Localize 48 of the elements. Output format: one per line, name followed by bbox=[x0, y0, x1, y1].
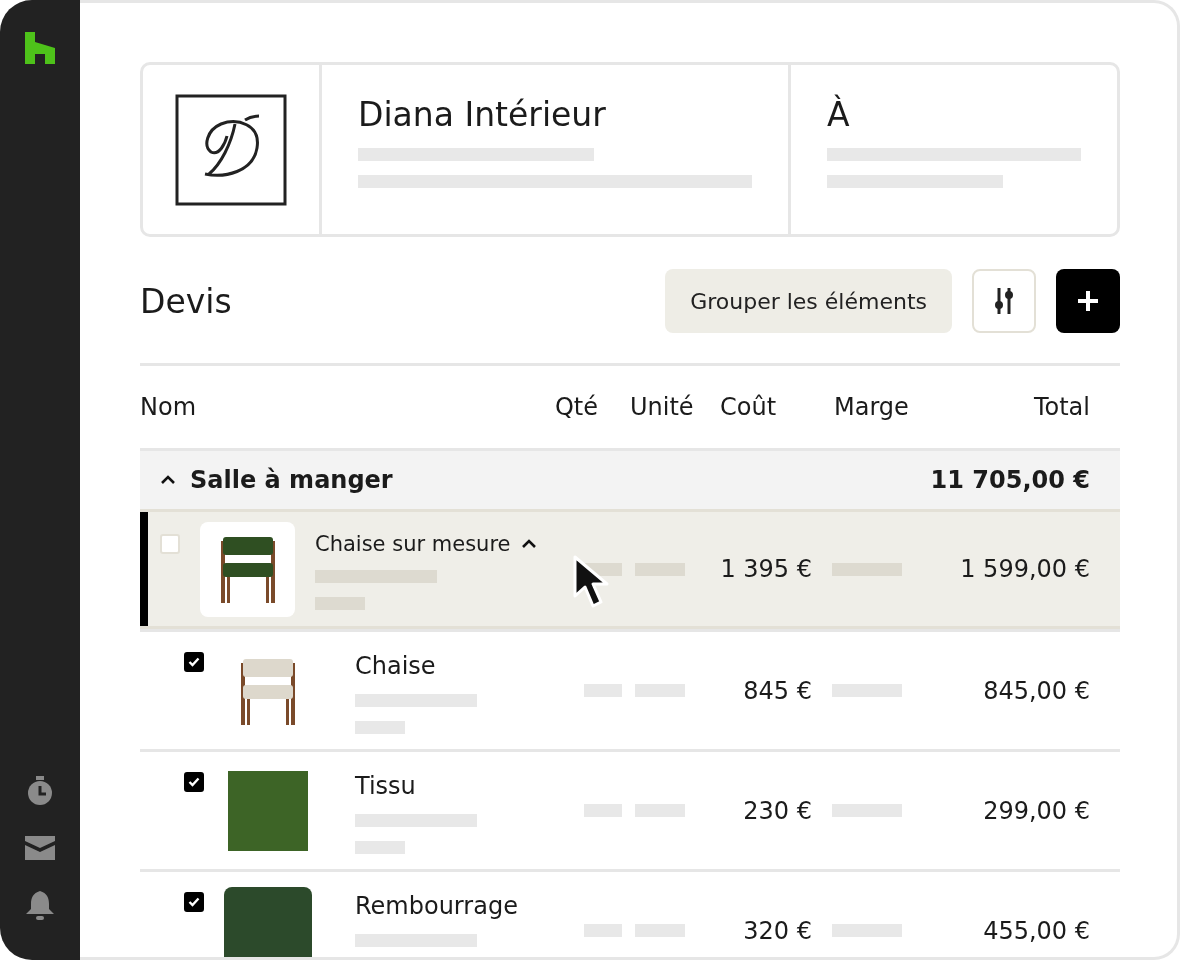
group-name: Salle à manger bbox=[190, 466, 394, 494]
checkmark-icon bbox=[188, 777, 200, 787]
total-cell-text: 455,00 € bbox=[982, 916, 1090, 945]
item-name: Rembourrage bbox=[355, 892, 518, 920]
checkbox[interactable] bbox=[184, 652, 204, 672]
column-header: Nom bbox=[140, 393, 197, 421]
placeholder-bar bbox=[832, 562, 902, 576]
checkbox[interactable] bbox=[184, 892, 204, 912]
checkbox[interactable] bbox=[184, 772, 204, 792]
company-name: Diana Intérieur bbox=[358, 95, 607, 134]
group-items-button[interactable]: Grouper les éléments bbox=[665, 269, 952, 333]
item-name: Chaise bbox=[355, 652, 436, 680]
placeholder-bar bbox=[315, 597, 365, 610]
cost-cell-text: 845 € bbox=[742, 676, 812, 705]
total-cell-text: 845,00 € bbox=[982, 676, 1090, 705]
table-row[interactable]: Rembourrage 320 € 455,00 € bbox=[140, 869, 1120, 957]
column-header: Unité bbox=[630, 393, 695, 421]
table-row[interactable]: Tissu 230 € 299,00 € bbox=[140, 749, 1120, 869]
envelope-icon[interactable] bbox=[25, 836, 55, 860]
recipient-label: À bbox=[827, 95, 851, 134]
cost-cell-text: 1 395 € bbox=[719, 555, 812, 583]
add-button[interactable] bbox=[1056, 269, 1120, 333]
group-total: 11 705,00 € bbox=[930, 466, 1090, 494]
checkmark-icon bbox=[188, 897, 200, 907]
table-row[interactable]: Chaise 845 € 845,00 € bbox=[140, 629, 1120, 749]
table-row[interactable]: Chaise sur mesure 1 395 € 1 599,00 € bbox=[140, 509, 1120, 629]
sliders-icon bbox=[992, 288, 1016, 314]
logo-icon[interactable] bbox=[25, 32, 55, 64]
bell-icon[interactable] bbox=[25, 890, 55, 920]
stopwatch-icon[interactable] bbox=[26, 776, 54, 806]
item-name: Chaise sur mesure bbox=[315, 532, 511, 556]
section-title: Devis bbox=[140, 281, 233, 321]
placeholder-bar bbox=[635, 562, 685, 576]
column-header: Coût bbox=[719, 393, 778, 421]
filter-button[interactable] bbox=[972, 269, 1036, 333]
column-header: Total bbox=[1032, 393, 1090, 421]
caret-icon[interactable] bbox=[160, 475, 176, 485]
cost-cell-text: 320 € bbox=[742, 916, 812, 945]
column-header: Marge bbox=[833, 393, 910, 421]
plus-icon bbox=[1077, 290, 1099, 312]
total-cell-text: 1 599,00 € bbox=[959, 555, 1090, 583]
column-header: Qté bbox=[553, 393, 599, 421]
caret-icon[interactable] bbox=[520, 539, 537, 549]
cost-cell-text: 230 € bbox=[742, 796, 812, 825]
item-name: Tissu bbox=[355, 772, 416, 800]
checkmark-icon bbox=[188, 657, 200, 667]
total-cell-text: 299,00 € bbox=[982, 796, 1090, 825]
group-header[interactable]: Salle à manger 11 705,00 € bbox=[140, 448, 1120, 509]
